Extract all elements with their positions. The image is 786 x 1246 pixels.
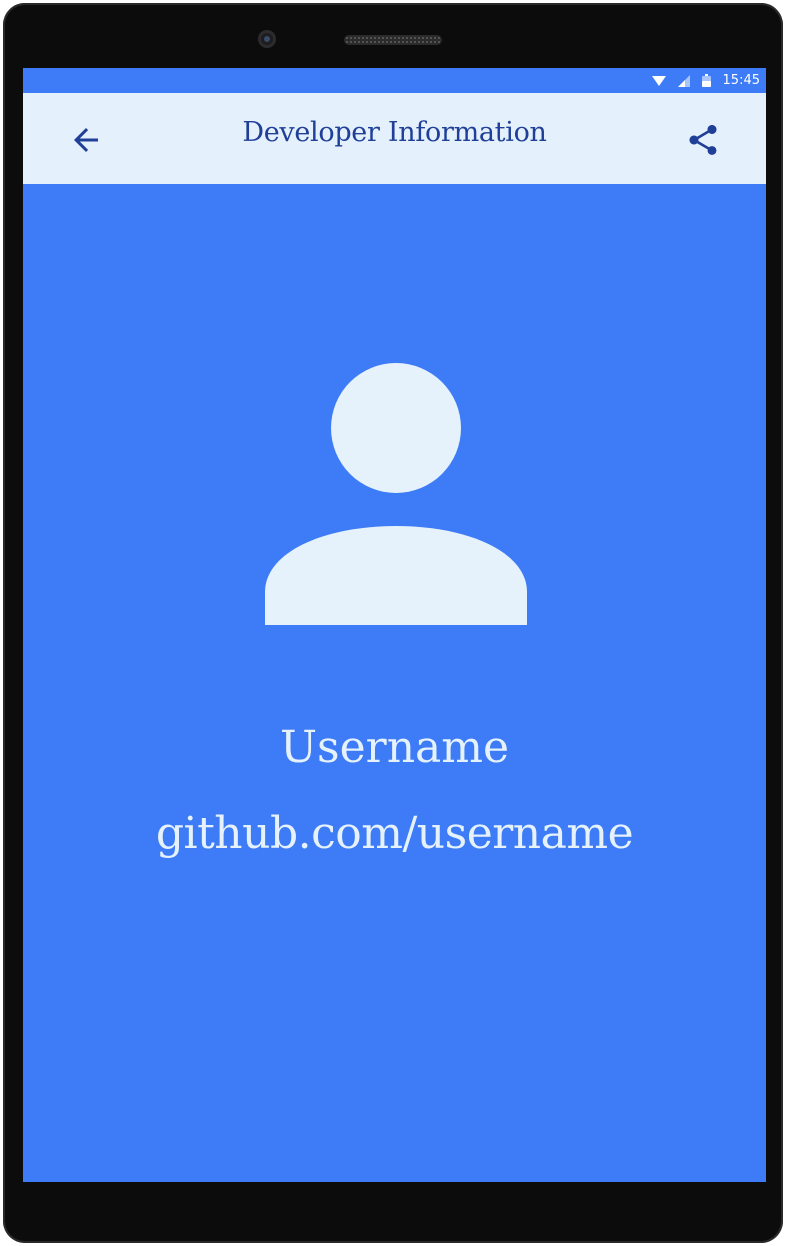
status-icons: 15:45 (651, 73, 760, 88)
cell-signal-icon (677, 74, 690, 87)
page-title: Developer Information (242, 117, 547, 148)
person-icon (265, 363, 527, 625)
earpiece-speaker (344, 35, 442, 45)
github-profile-link[interactable]: github.com/username (23, 806, 766, 862)
share-button[interactable] (680, 117, 726, 163)
app-toolbar: Developer Information (23, 93, 766, 184)
app-screen: 15:45 Developer Information Username git… (23, 68, 766, 1182)
developer-username: Username (279, 722, 510, 773)
share-icon (689, 125, 717, 155)
wifi-icon (651, 75, 666, 86)
front-camera (258, 30, 276, 48)
status-bar: 15:45 (23, 68, 766, 93)
tablet-frame: 15:45 Developer Information Username git… (3, 3, 783, 1243)
status-time: 15:45 (722, 73, 760, 88)
battery-icon (701, 74, 711, 87)
